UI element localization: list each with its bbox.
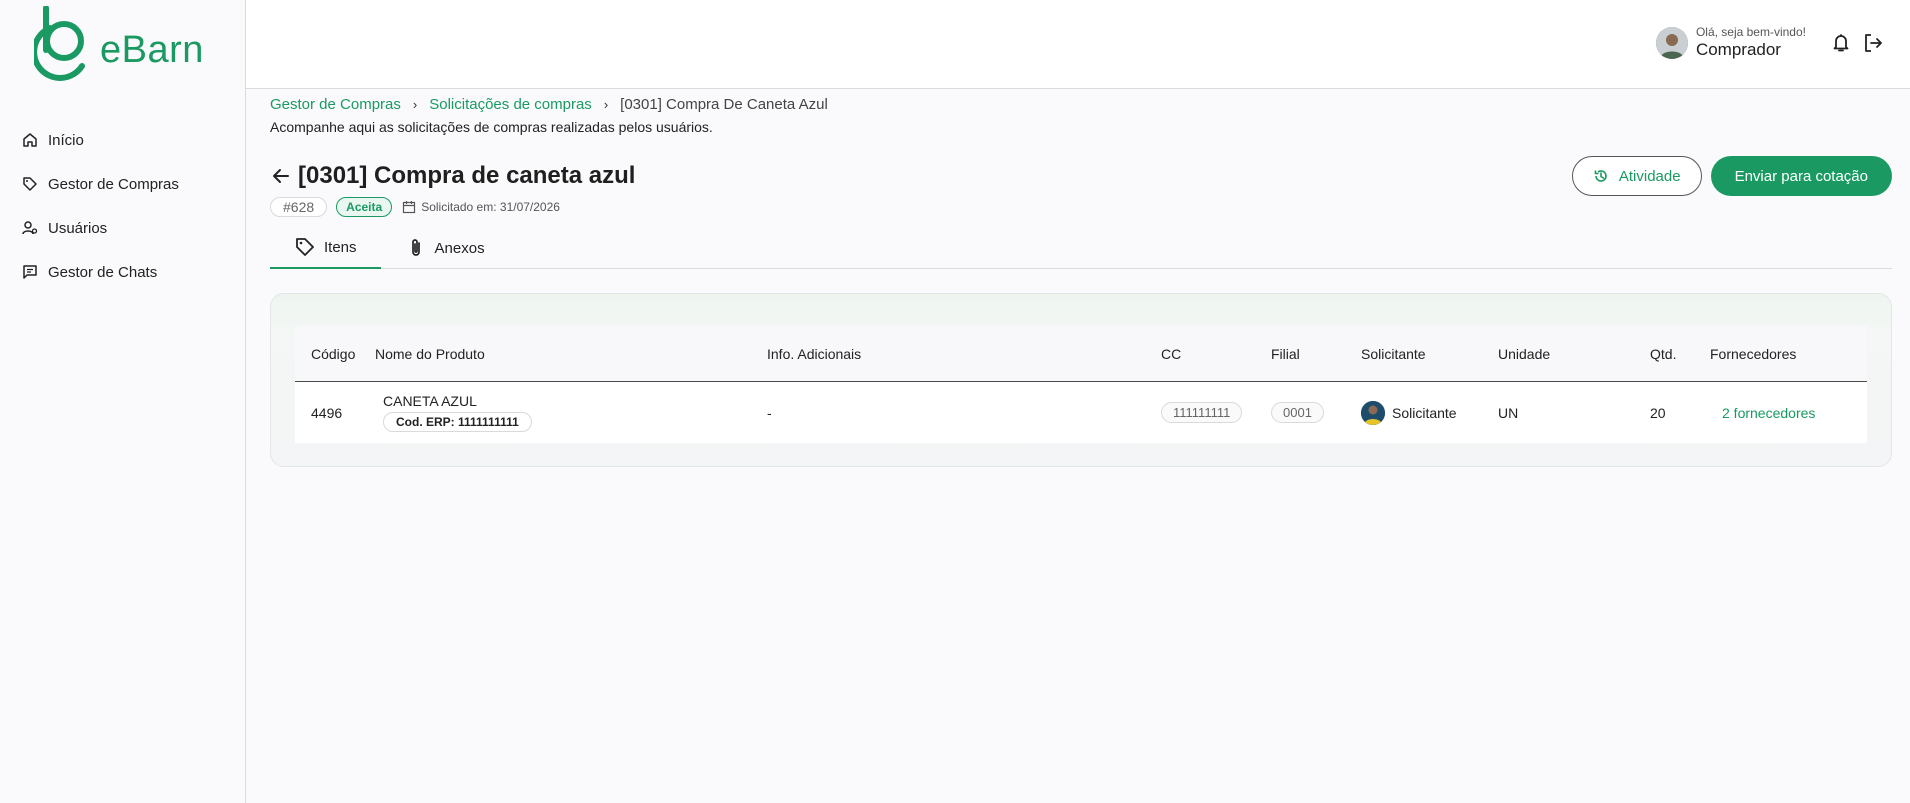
cell-code: 4496 (311, 404, 343, 421)
product-name: CANETA AZUL (383, 393, 477, 409)
breadcrumb: Gestor de Compras › Solicitações de comp… (270, 92, 1892, 116)
page-subtitle: Acompanhe aqui as solicitações de compra… (270, 119, 713, 135)
sidebar-item-label: Início (48, 131, 84, 149)
tag-icon (296, 238, 314, 256)
user-role: Comprador (1695, 40, 1781, 59)
logout-icon[interactable] (1862, 32, 1884, 54)
tab-itens[interactable]: Itens (270, 227, 381, 269)
chat-icon (20, 262, 40, 282)
arrow-left-icon[interactable] (270, 165, 292, 187)
avatar (1361, 400, 1385, 425)
activity-button[interactable]: Atividade (1571, 156, 1702, 196)
column-header-filial: Filial (1271, 345, 1300, 362)
page-title: [0301] Compra de caneta azul (298, 162, 636, 189)
sidebar-item-label: Usuários (48, 219, 108, 237)
activity-button-label: Atividade (1618, 167, 1681, 185)
table-row[interactable]: 4496 CANETA AZUL Cod. ERP: 1111111111 - … (295, 382, 1867, 443)
column-header-info: Info. Adicionais (767, 345, 862, 362)
table-header: Código Nome do Produto Info. Adicionais … (295, 326, 1867, 382)
tab-bar: Itens Anexos (270, 227, 1892, 269)
column-header-fornecedores: Fornecedores (1710, 345, 1797, 362)
filial-pill: 0001 (1271, 402, 1324, 423)
sidebar: eBarn Início Gestor de Compras Usuários … (0, 0, 246, 803)
tab-anexos[interactable]: Anexos (381, 227, 509, 269)
cell-filial: 0001 (1271, 402, 1361, 423)
ebarn-logo-icon (34, 6, 85, 81)
cell-unit: UN (1498, 404, 1519, 421)
sidebar-item-inicio[interactable]: Início (20, 118, 240, 162)
cell-qty: 20 (1650, 404, 1666, 421)
top-bar: Olá, seja bem-vindo! Comprador (246, 0, 1910, 89)
column-header-produto: Nome do Produto (375, 345, 485, 362)
tag-icon (20, 174, 40, 194)
paperclip-icon (411, 239, 420, 256)
requester-name: Solicitante (1392, 404, 1457, 421)
column-header-unidade: Unidade (1498, 345, 1551, 362)
chevron-right-icon: › (412, 96, 418, 112)
column-header-solicitante: Solicitante (1361, 345, 1426, 362)
column-header-codigo: Código (311, 345, 356, 362)
request-date-text: Solicitado em: 31/07/2026 (421, 200, 560, 214)
sidebar-item-gestor-de-chats[interactable]: Gestor de Chats (20, 250, 240, 294)
history-icon (1594, 170, 1607, 182)
column-header-cc: CC (1161, 345, 1182, 362)
column-header-qtd: Qtd. (1650, 345, 1677, 362)
brand-name: eBarn (100, 28, 204, 71)
suppliers-link[interactable]: 2 fornecedores (1722, 405, 1815, 421)
sidebar-item-label: Gestor de Chats (48, 263, 158, 281)
bell-icon[interactable] (1830, 32, 1852, 54)
calendar-icon (403, 201, 416, 214)
cc-pill: 111111111 (1161, 402, 1243, 423)
sidebar-item-usuarios[interactable]: Usuários (20, 206, 240, 250)
tab-label: Itens (324, 238, 357, 256)
tab-label: Anexos (434, 239, 485, 257)
main-content: Gestor de Compras › Solicitações de comp… (270, 89, 1892, 467)
users-icon (20, 218, 40, 238)
cell-info: - (767, 404, 772, 421)
avatar (1655, 27, 1688, 59)
cell-requester: Solicitante (1361, 400, 1498, 425)
request-date: Solicitado em: 31/07/2026 (402, 200, 560, 214)
status-badge: Aceita (336, 197, 393, 217)
user-menu[interactable]: Olá, seja bem-vindo! Comprador (1655, 25, 1806, 61)
sidebar-item-label: Gestor de Compras (48, 175, 179, 193)
brand-logo[interactable]: eBarn (34, 6, 214, 84)
breadcrumb-link-gestor-de-compras[interactable]: Gestor de Compras (270, 96, 401, 113)
chevron-right-icon: › (603, 96, 609, 112)
cell-suppliers: 2 fornecedores (1710, 405, 1867, 421)
breadcrumb-current: [0301] Compra De Caneta Azul (620, 95, 828, 113)
sidebar-nav: Início Gestor de Compras Usuários Gestor… (20, 118, 240, 294)
sidebar-item-gestor-de-compras[interactable]: Gestor de Compras (20, 162, 240, 206)
send-to-quotation-button[interactable]: Enviar para cotação (1710, 156, 1892, 196)
cell-product: CANETA AZUL Cod. ERP: 1111111111 (375, 393, 767, 432)
items-table: Código Nome do Produto Info. Adicionais … (295, 326, 1867, 443)
cell-cc: 111111111 (1161, 402, 1271, 423)
items-card: Código Nome do Produto Info. Adicionais … (270, 293, 1892, 467)
request-id-chip: #628 (270, 197, 328, 217)
erp-code-chip: Cod. ERP: 1111111111 (383, 412, 532, 432)
greeting-text: Olá, seja bem-vindo! (1695, 25, 1806, 39)
home-icon (20, 130, 40, 150)
breadcrumb-link-solicitacoes[interactable]: Solicitações de compras (429, 96, 592, 113)
